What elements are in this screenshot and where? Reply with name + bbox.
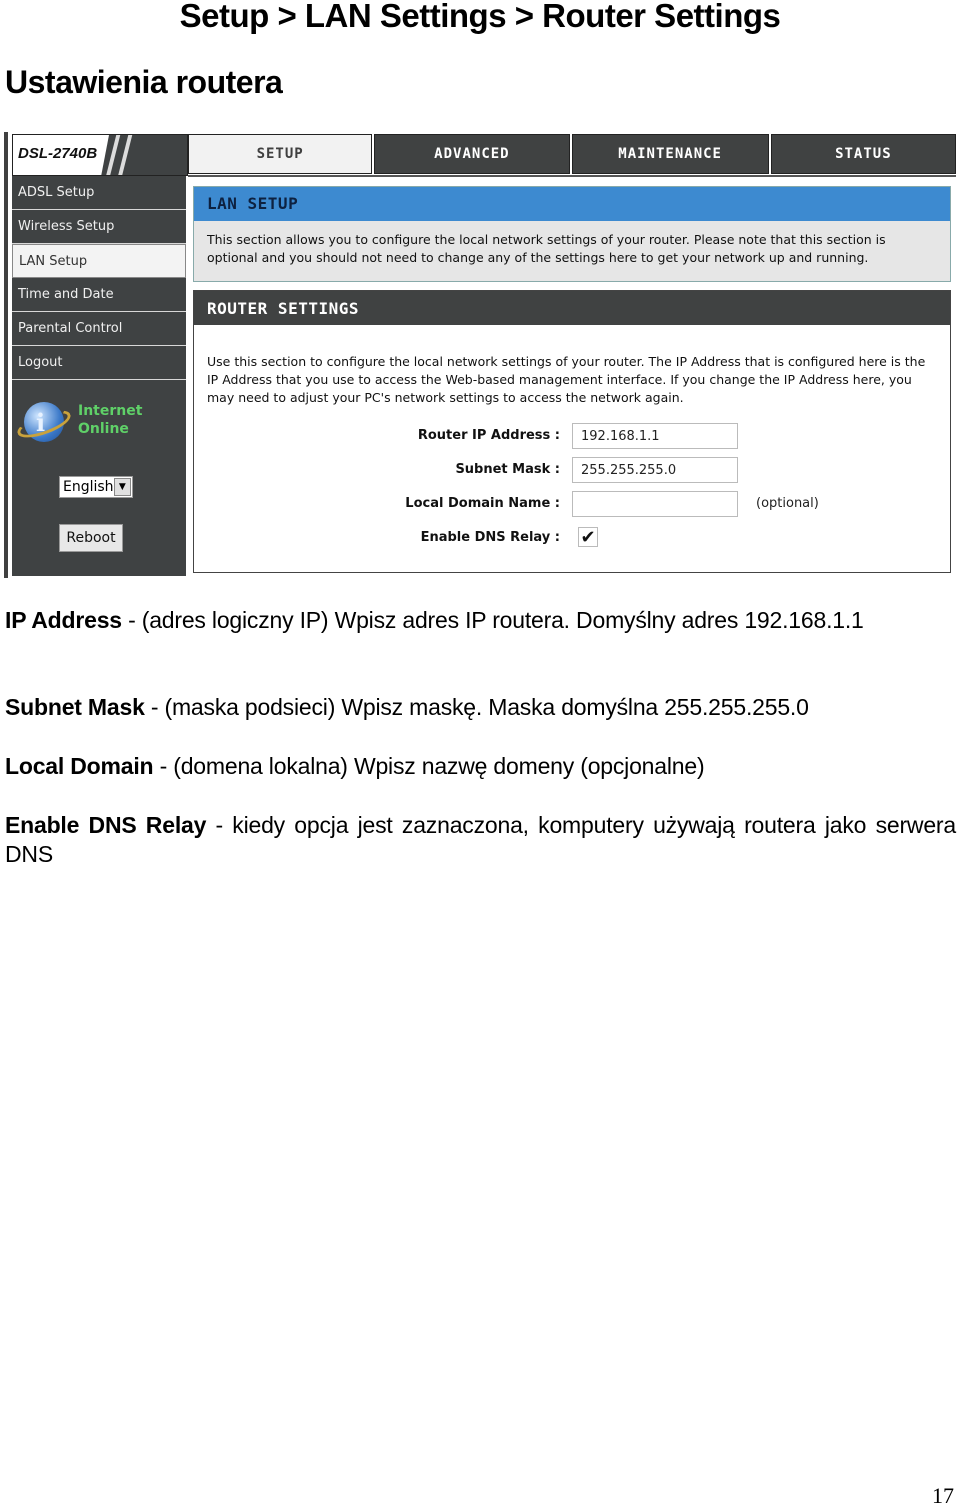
sidebar-item-lan-setup[interactable]: LAN Setup [12,244,186,278]
reboot-button[interactable]: Reboot [59,524,123,552]
lan-setup-panel: LAN SETUP This section allows you to con… [193,186,951,282]
status-line-1: Internet [78,403,143,419]
sidebar-item-adsl-setup[interactable]: ADSL Setup [12,176,186,210]
frame-border [4,132,8,578]
sidebar-item-parental-control[interactable]: Parental Control [12,312,186,346]
term: Local Domain [5,753,154,779]
page-number: 17 [932,1483,954,1508]
router-ui-screenshot: DSL-2740B SETUP ADVANCED MAINTENANCE STA… [4,132,956,578]
explanation-ip-address: IP Address - (adres logiczny IP) Wpisz a… [5,606,956,635]
definition: - (domena lokalna) Wpisz nazwę domeny (o… [153,753,705,779]
checkmark-icon: ✔ [580,527,596,547]
subnet-mask-input[interactable] [572,457,738,483]
dns-relay-label: Enable DNS Relay : [420,530,560,545]
term: IP Address [5,607,122,633]
subnet-mask-label: Subnet Mask : [455,462,560,477]
model-logo: DSL-2740B [12,134,188,176]
router-ip-input[interactable] [572,423,738,449]
definition: - (adres logiczny IP) Wpisz adres IP rou… [121,607,864,633]
status-line-2: Online [78,421,129,437]
dns-relay-row: Enable DNS Relay : ✔ [194,525,952,553]
local-domain-label: Local Domain Name : [405,496,560,511]
lan-setup-description: This section allows you to configure the… [207,232,886,265]
logo-stripe [116,135,134,175]
sidebar-item-logout[interactable]: Logout [12,346,186,380]
document-title: Setup > LAN Settings > Router Settings [179,0,781,34]
definition: - (maska podsieci) Wpisz maskę. Maska do… [144,694,809,720]
sidebar-item-wireless-setup[interactable]: Wireless Setup [12,210,186,244]
top-navigation: SETUP ADVANCED MAINTENANCE STATUS [188,134,956,174]
router-settings-panel: ROUTER SETTINGS Use this section to conf… [193,290,951,573]
explanation-dns-relay: Enable DNS Relay - kiedy opcja jest zazn… [5,811,956,869]
router-settings-header: ROUTER SETTINGS [194,291,950,325]
term: Subnet Mask [5,694,145,720]
explanation-subnet-mask: Subnet Mask - (maska podsieci) Wpisz mas… [5,693,956,722]
internet-status: i Internet Online [12,396,186,456]
tab-setup[interactable]: SETUP [188,134,373,174]
info-icon: i [36,408,46,437]
nav-divider [188,175,956,177]
lan-setup-header: LAN SETUP [194,187,950,221]
model-name: DSL-2740B [18,145,98,162]
language-select[interactable]: English ▼ [59,476,133,498]
document-subtitle: Ustawienia routera [5,64,283,100]
explanation-local-domain: Local Domain - (domena lokalna) Wpisz na… [5,752,956,781]
local-domain-input[interactable] [572,491,738,517]
dns-relay-checkbox[interactable]: ✔ [578,527,598,547]
language-value: English [63,479,114,495]
tab-maintenance[interactable]: MAINTENANCE [571,134,769,174]
router-ip-label: Router IP Address : [417,428,560,443]
sidebar-item-time-and-date[interactable]: Time and Date [12,278,186,312]
status-text: Internet Online [78,402,142,438]
tab-status[interactable]: STATUS [770,134,956,174]
chevron-down-icon[interactable]: ▼ [113,478,131,496]
optional-note: (optional) [756,496,819,511]
term: Enable DNS Relay [5,812,207,838]
subnet-mask-row: Subnet Mask : [194,457,952,485]
router-ip-row: Router IP Address : [194,423,952,451]
local-domain-row: Local Domain Name : (optional) [194,491,952,519]
tab-advanced[interactable]: ADVANCED [374,134,570,174]
router-settings-description: Use this section to configure the local … [207,354,926,405]
sidebar: ADSL Setup Wireless Setup LAN Setup Time… [12,176,186,576]
